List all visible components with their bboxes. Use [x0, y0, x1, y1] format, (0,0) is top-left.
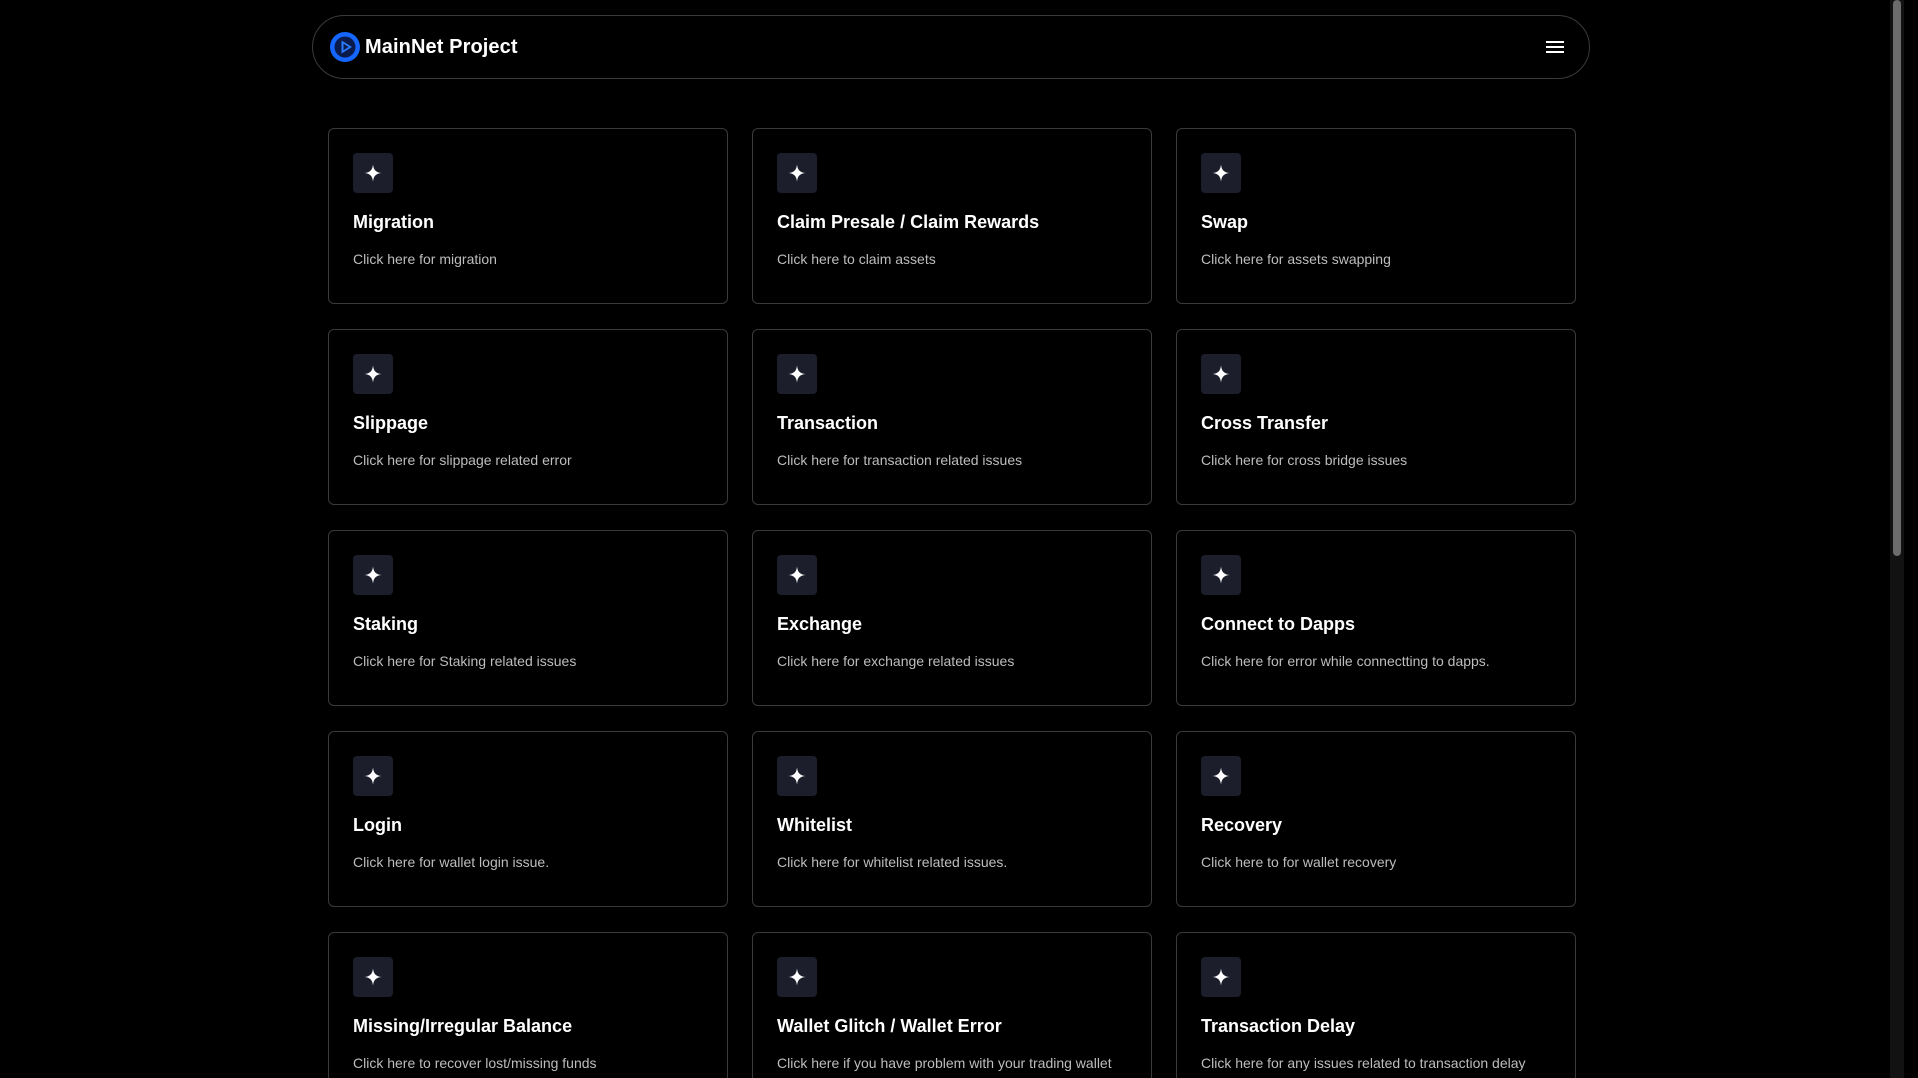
menu-button[interactable] — [1537, 29, 1573, 65]
card-title: Wallet Glitch / Wallet Error — [777, 1016, 1002, 1036]
option-card-slippage[interactable]: Slippage Click here for slippage related… — [328, 329, 728, 505]
card-description: Click here for whitelist related issues. — [777, 854, 1008, 870]
card-description: Click here for cross bridge issues — [1201, 452, 1408, 468]
card-description: Click here to for wallet recovery — [1201, 854, 1397, 870]
icon-tile — [777, 756, 817, 796]
icon-tile — [1201, 555, 1241, 595]
sparkle-icon — [788, 566, 806, 584]
card-title: Recovery — [1201, 815, 1283, 835]
card-title: Transaction Delay — [1201, 1016, 1356, 1036]
icon-tile — [777, 354, 817, 394]
hamburger-menu-icon — [1546, 41, 1564, 53]
icon-tile — [1201, 153, 1241, 193]
icon-tile — [1201, 756, 1241, 796]
sparkle-icon — [1212, 566, 1230, 584]
card-description: Click here to claim assets — [777, 251, 936, 267]
card-description: Click here for any issues related to tra… — [1201, 1055, 1526, 1071]
card-title: Whitelist — [777, 815, 852, 835]
option-card-connect-to-dapps[interactable]: Connect to Dapps Click here for error wh… — [1176, 530, 1576, 706]
navbar: MainNet Project — [312, 15, 1590, 79]
card-description: Click here for Staking related issues — [353, 653, 577, 669]
card-description: Click here for transaction related issue… — [777, 452, 1023, 468]
sparkle-icon — [364, 164, 382, 182]
icon-tile — [777, 153, 817, 193]
option-card-cross-transfer[interactable]: Cross Transfer Click here for cross brid… — [1176, 329, 1576, 505]
option-card-claim-presale-claim-rewards[interactable]: Claim Presale / Claim Rewards Click here… — [752, 128, 1152, 304]
support-options-grid: Migration Click here for migration Claim… — [328, 128, 1578, 1078]
card-description: Click here for error while connectting t… — [1201, 653, 1490, 669]
option-card-migration[interactable]: Migration Click here for migration — [328, 128, 728, 304]
brand-name: MainNet Project — [365, 35, 518, 58]
option-card-recovery[interactable]: Recovery Click here to for wallet recove… — [1176, 731, 1576, 907]
option-card-staking[interactable]: Staking Click here for Staking related i… — [328, 530, 728, 706]
card-description: Click here for exchange related issues — [777, 653, 1015, 669]
card-title: Connect to Dapps — [1201, 614, 1356, 634]
sparkle-icon — [788, 365, 806, 383]
sparkle-icon — [1212, 968, 1230, 986]
card-title: Exchange — [777, 614, 863, 634]
sparkle-icon — [364, 365, 382, 383]
card-title: Cross Transfer — [1201, 413, 1329, 433]
option-card-login[interactable]: Login Click here for wallet login issue. — [328, 731, 728, 907]
icon-tile — [1201, 957, 1241, 997]
icon-tile — [777, 957, 817, 997]
icon-tile — [1201, 354, 1241, 394]
option-card-whitelist[interactable]: Whitelist Click here for whitelist relat… — [752, 731, 1152, 907]
card-title: Missing/Irregular Balance — [353, 1016, 573, 1036]
icon-tile — [353, 756, 393, 796]
sparkle-icon — [1212, 365, 1230, 383]
sparkle-icon — [1212, 767, 1230, 785]
card-title: Slippage — [353, 413, 429, 433]
card-description: Click here for slippage related error — [353, 452, 572, 468]
card-description: Click here if you have problem with your… — [777, 1055, 1112, 1071]
card-title: Login — [353, 815, 402, 835]
option-card-transaction-delay[interactable]: Transaction Delay Click here for any iss… — [1176, 932, 1576, 1078]
option-card-exchange[interactable]: Exchange Click here for exchange related… — [752, 530, 1152, 706]
icon-tile — [353, 555, 393, 595]
card-title: Migration — [353, 212, 434, 232]
card-title: Swap — [1201, 212, 1249, 232]
icon-tile — [353, 153, 393, 193]
option-card-missing-irregular-balance[interactable]: Missing/Irregular Balance Click here to … — [328, 932, 728, 1078]
option-card-swap[interactable]: Swap Click here for assets swapping — [1176, 128, 1576, 304]
icon-tile — [353, 354, 393, 394]
sparkle-icon — [788, 968, 806, 986]
card-title: Staking — [353, 614, 419, 634]
option-card-transaction[interactable]: Transaction Click here for transaction r… — [752, 329, 1152, 505]
brand[interactable]: MainNet Project — [329, 31, 518, 63]
icon-tile — [353, 957, 393, 997]
card-description: Click here for wallet login issue. — [353, 854, 550, 870]
card-description: Click here for migration — [353, 251, 497, 267]
vertical-scrollbar[interactable] — [1890, 0, 1904, 1078]
sparkle-icon — [788, 164, 806, 182]
icon-tile — [777, 555, 817, 595]
card-description: Click here for assets swapping — [1201, 251, 1391, 267]
scrollbar-thumb[interactable] — [1893, 0, 1901, 556]
sparkle-icon — [788, 767, 806, 785]
card-title: Claim Presale / Claim Rewards — [777, 212, 1040, 232]
sparkle-icon — [364, 767, 382, 785]
sparkle-icon — [364, 566, 382, 584]
sparkle-icon — [1212, 164, 1230, 182]
play-circle-logo-icon — [330, 32, 360, 62]
page: MainNet Project Migration Click here for… — [0, 0, 1904, 1078]
option-card-wallet-glitch-wallet-error[interactable]: Wallet Glitch / Wallet Error Click here … — [752, 932, 1152, 1078]
card-title: Transaction — [777, 413, 879, 433]
sparkle-icon — [364, 968, 382, 986]
card-description: Click here to recover lost/missing funds — [353, 1055, 597, 1071]
